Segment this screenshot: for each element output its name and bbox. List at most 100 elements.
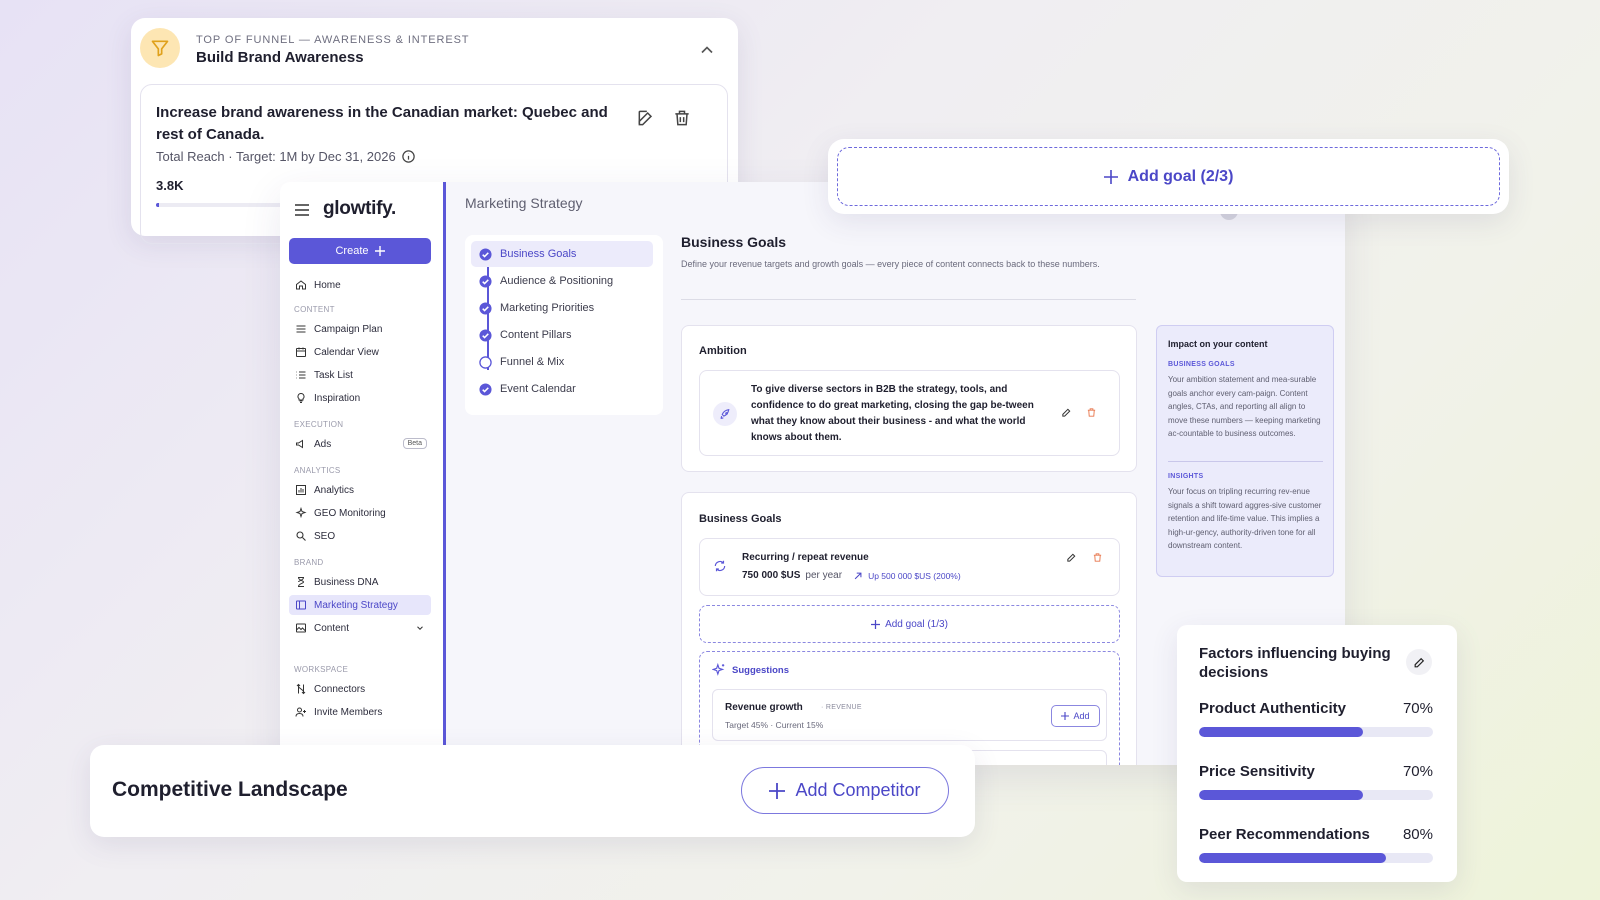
sidebar-item-analytics[interactable]: Analytics — [289, 480, 431, 500]
business-goal-delta: Up 500 000 $US (200%) — [868, 570, 961, 581]
check-circle-icon — [479, 328, 492, 342]
pencil-icon[interactable] — [1066, 552, 1077, 563]
home-icon — [296, 280, 306, 290]
trash-icon[interactable] — [672, 108, 692, 128]
suggestion-item: Revenue growth · REVENUE Target 45% · Cu… — [712, 689, 1107, 741]
factor-name: Product Authenticity — [1199, 700, 1346, 717]
sidebar: glowtify. Create Home CONTENT Campaign P… — [280, 182, 446, 765]
check-circle-icon — [479, 274, 492, 288]
megaphone-icon — [296, 439, 303, 449]
competitive-landscape-card: Competitive Landscape Add Competitor — [90, 745, 975, 837]
trash-icon[interactable] — [1086, 407, 1097, 418]
competitive-landscape-title: Competitive Landscape — [112, 778, 348, 801]
lightbulb-icon — [297, 392, 305, 403]
sidebar-item-connectors[interactable]: Connectors — [289, 679, 431, 699]
sidebar-section-analytics: ANALYTICS — [294, 466, 341, 475]
step-event-calendar[interactable]: Event Calendar — [471, 376, 653, 402]
step-content-pillars[interactable]: Content Pillars — [471, 322, 653, 348]
factor-bar-fill — [1199, 727, 1363, 737]
sidebar-item-label: Inspiration — [314, 392, 361, 404]
user-plus-icon — [295, 707, 306, 717]
pencil-icon[interactable] — [1406, 649, 1432, 675]
add-goal-large-label: Add goal (2/3) — [1127, 167, 1234, 185]
sidebar-item-marketing-strategy[interactable]: Marketing Strategy — [289, 595, 431, 615]
step-marketing-priorities[interactable]: Marketing Priorities — [471, 295, 653, 321]
pencil-icon[interactable] — [1061, 407, 1072, 418]
book-open-icon — [296, 600, 306, 610]
bar-chart-icon — [296, 485, 306, 495]
plus-icon — [769, 782, 786, 799]
business-goal-period: per year — [805, 570, 843, 581]
trash-icon[interactable] — [1092, 552, 1103, 563]
business-goal-amount: 750 000 $US — [742, 570, 801, 581]
sparkles-icon — [712, 663, 725, 676]
sidebar-item-inspiration[interactable]: Inspiration — [289, 388, 431, 408]
funnel-goal-progress-fill — [156, 203, 159, 207]
suggestion-add-button[interactable]: Add — [1051, 705, 1100, 727]
hamburger-menu-icon[interactable] — [295, 204, 309, 216]
sidebar-item-content[interactable]: Content — [289, 618, 431, 638]
add-competitor-label: Add Competitor — [795, 780, 921, 800]
sidebar-item-label: Campaign Plan — [314, 323, 383, 335]
funnel-goal-progress — [156, 203, 286, 207]
sidebar-item-home[interactable]: Home — [289, 275, 431, 295]
edit-icon[interactable] — [636, 108, 656, 128]
add-goal-button-large[interactable]: Add goal (2/3) — [837, 147, 1500, 206]
divider — [681, 299, 1136, 300]
step-funnel-mix[interactable]: Funnel & Mix — [471, 349, 653, 375]
sidebar-item-label: Marketing Strategy — [314, 599, 398, 611]
sidebar-item-label: SEO — [314, 530, 336, 542]
logo: glowtify. — [323, 198, 396, 219]
sidebar-item-label: Business DNA — [314, 576, 379, 588]
suggestion-name: Revenue growth — [725, 702, 803, 713]
chevron-up-icon[interactable] — [697, 40, 717, 60]
add-competitor-button[interactable]: Add Competitor — [741, 767, 949, 814]
funnel-goal-text: Increase brand awareness in the Canadian… — [156, 104, 608, 143]
funnel-goal-target-text: Total Reach · Target: 1M by Dec 31, 2026 — [156, 149, 396, 164]
step-business-goals[interactable]: Business Goals — [471, 241, 653, 267]
plus-icon — [871, 619, 881, 629]
sidebar-item-geo-monitoring[interactable]: GEO Monitoring — [289, 503, 431, 523]
impact-panel: Impact on your content BUSINESS GOALS Yo… — [1156, 325, 1334, 577]
divider — [1168, 461, 1323, 462]
add-goal-card: Add goal (2/3) — [828, 139, 1509, 214]
sidebar-item-label: Task List — [314, 369, 353, 381]
create-button-label: Create — [335, 245, 369, 257]
business-goal-row: Recurring / repeat revenue 750 000 $US p… — [699, 538, 1120, 596]
ambition-text: To give diverse sectors in B2B the strat… — [751, 384, 1034, 443]
create-button[interactable]: Create — [289, 238, 431, 264]
sidebar-item-calendar-view[interactable]: Calendar View — [289, 342, 431, 362]
sidebar-item-ads[interactable]: Ads Beta — [289, 434, 431, 454]
factor-percent: 80% — [1402, 826, 1433, 843]
suggestions-label: Suggestions — [732, 664, 790, 676]
sparkles-icon — [295, 507, 307, 519]
sidebar-item-seo[interactable]: SEO — [289, 526, 431, 546]
factor-bar-fill — [1199, 790, 1363, 800]
add-goal-label: Add goal (1/3) — [885, 618, 948, 630]
business-goal-name: Recurring / repeat revenue — [742, 552, 869, 563]
page-title: Marketing Strategy — [465, 195, 583, 211]
rocket-icon — [713, 402, 737, 426]
sidebar-section-workspace: WORKSPACE — [294, 665, 349, 674]
plus-icon — [374, 246, 385, 256]
info-icon[interactable] — [401, 149, 416, 164]
step-label: Event Calendar — [500, 383, 576, 395]
ambition-title: Ambition — [699, 345, 747, 357]
factor-name: Price Sensitivity — [1199, 763, 1315, 780]
sidebar-item-label: Ads — [314, 438, 332, 450]
sidebar-item-business-dna[interactable]: Business DNA — [289, 572, 431, 592]
sidebar-item-invite-members[interactable]: Invite Members — [289, 702, 431, 722]
sidebar-item-task-list[interactable]: Task List — [289, 365, 431, 385]
connectors-icon — [296, 683, 306, 695]
factor-bar — [1199, 727, 1433, 737]
strategy-steps: Business Goals Audience & Positioning Mark… — [465, 235, 663, 415]
impact-label-insights: INSIGHTS — [1168, 473, 1204, 480]
add-goal-button[interactable]: Add goal (1/3) — [699, 605, 1120, 643]
step-audience-positioning[interactable]: Audience & Positioning — [471, 268, 653, 294]
chevron-down-icon[interactable] — [415, 623, 425, 633]
sidebar-item-campaign-plan[interactable]: Campaign Plan — [289, 319, 431, 339]
factor-name: Peer Recommendations — [1199, 826, 1370, 843]
impact-title: Impact on your content — [1168, 339, 1268, 349]
step-label: Business Goals — [500, 248, 577, 260]
step-label: Audience & Positioning — [500, 275, 614, 287]
